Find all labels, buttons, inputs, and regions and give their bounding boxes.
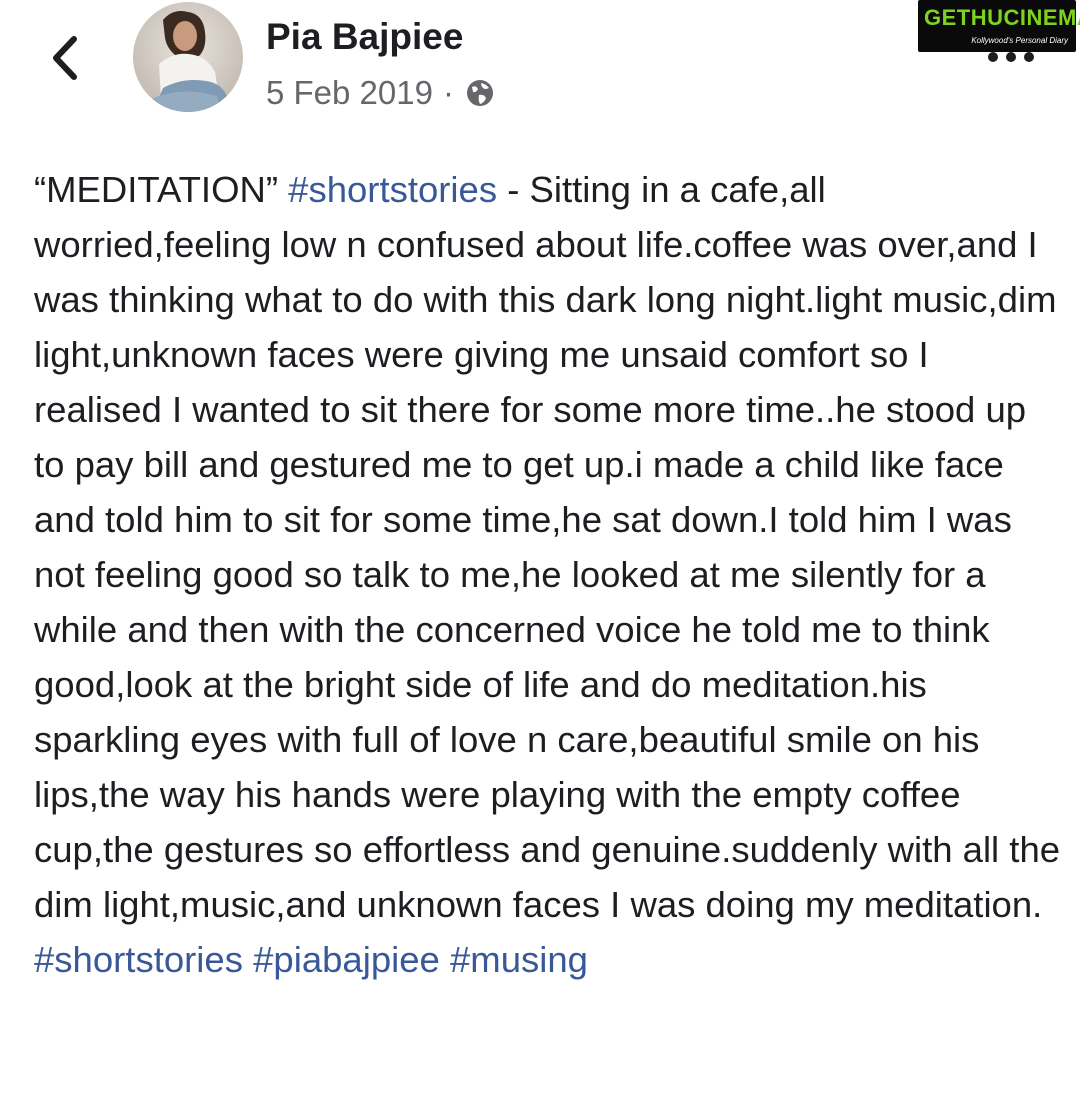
post-date[interactable]: 5 Feb 2019 [266,74,433,112]
hashtag-link[interactable]: #shortstories [34,939,243,980]
watermark-name: GETHUCINEMA [924,5,1080,30]
watermark-tagline: Kollywood's Personal Diary [971,36,1068,45]
author-name[interactable]: Pia Bajpiee [266,16,463,58]
back-button[interactable] [40,30,90,86]
chevron-left-icon [53,36,77,80]
avatar[interactable] [133,2,243,112]
hashtag-link[interactable]: #musing [450,939,588,980]
more-options-icon[interactable] [988,48,1034,66]
hashtag-link[interactable]: #piabajpiee [253,939,440,980]
post-title: “MEDITATION” [34,169,278,210]
meta-separator: · [442,74,454,111]
globe-icon [466,80,493,106]
post-body-text: - Sitting in a cafe,all worried,feeling … [34,169,1061,925]
watermark-logo: GETHUCINEMA Kollywood's Personal Diary [918,0,1080,52]
post-meta: 5 Feb 2019 · [266,74,496,112]
post-text: “MEDITATION” #shortstories - Sitting in … [34,162,1064,987]
hashtag-link[interactable]: #shortstories [288,169,497,210]
